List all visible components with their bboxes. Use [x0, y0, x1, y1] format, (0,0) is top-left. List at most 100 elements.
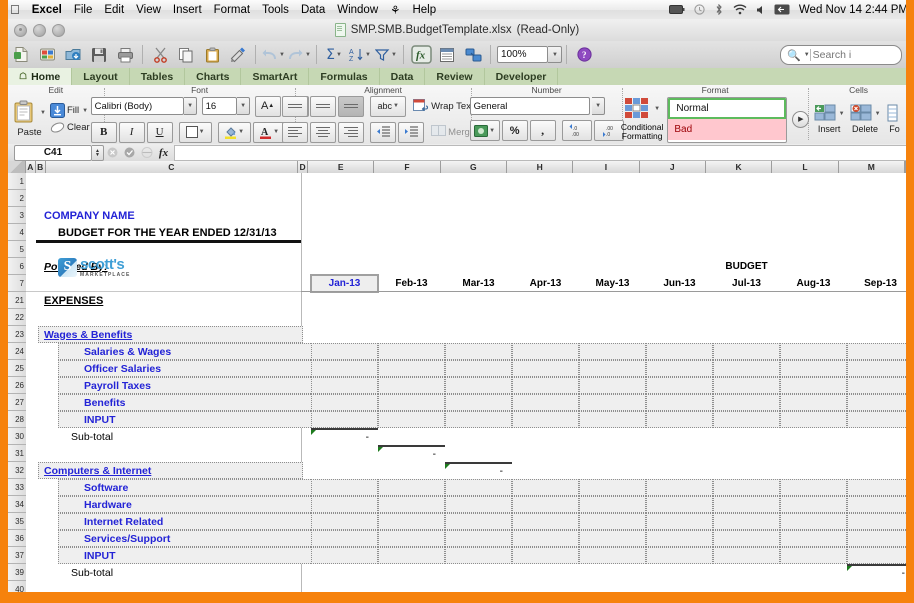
- expense-item-0-3[interactable]: Benefits: [58, 394, 313, 411]
- input-cell-0-1-H[interactable]: [512, 360, 579, 377]
- save-icon[interactable]: [87, 43, 111, 66]
- menu-app-name[interactable]: Excel: [32, 4, 62, 16]
- wrap-text-icon[interactable]: [413, 98, 429, 114]
- row-header-30[interactable]: 30: [8, 428, 26, 445]
- input-cell-0-3-I[interactable]: [579, 394, 646, 411]
- italic-button[interactable]: I: [118, 121, 145, 143]
- chevron-down-icon[interactable]: ▼: [365, 52, 371, 58]
- expense-item-0-4[interactable]: INPUT: [58, 411, 313, 428]
- row-header-4[interactable]: 4: [8, 224, 26, 241]
- chevron-down-icon[interactable]: ▼: [336, 52, 342, 58]
- conditional-formatting-icon[interactable]: [624, 97, 651, 121]
- input-cell-1-4-K[interactable]: [713, 547, 780, 564]
- row-header-23[interactable]: 23: [8, 326, 26, 343]
- input-cell-1-2-H[interactable]: [512, 513, 579, 530]
- input-cell-0-4-L[interactable]: [780, 411, 847, 428]
- name-box-stepper[interactable]: ▲ ▼: [92, 144, 104, 161]
- tab-review[interactable]: Review: [425, 68, 485, 85]
- row-header-21[interactable]: 21: [8, 292, 26, 309]
- error-flag-icon[interactable]: [847, 566, 852, 571]
- input-cell-1-1-I[interactable]: [579, 496, 646, 513]
- column-header-I[interactable]: I: [573, 161, 640, 173]
- column-header-C[interactable]: C: [46, 161, 299, 173]
- menu-item-edit[interactable]: Edit: [104, 4, 124, 16]
- row-header-37[interactable]: 37: [8, 547, 26, 564]
- more-styles-icon[interactable]: ▶: [792, 110, 810, 128]
- input-cell-0-3-J[interactable]: [646, 394, 713, 411]
- input-cell-0-1-F[interactable]: [378, 360, 445, 377]
- column-header-H[interactable]: H: [507, 161, 574, 173]
- wifi-icon[interactable]: [733, 4, 747, 15]
- row-header-34[interactable]: 34: [8, 496, 26, 513]
- input-cell-1-2-K[interactable]: [713, 513, 780, 530]
- row-header-22[interactable]: 22: [8, 309, 26, 326]
- tab-formulas[interactable]: Formulas: [309, 68, 380, 85]
- month-header-Sep-13[interactable]: Sep-13: [847, 275, 906, 292]
- undo-icon[interactable]: ▼: [261, 43, 285, 66]
- help-icon[interactable]: ?: [572, 43, 596, 66]
- input-cell-0-2-J[interactable]: [646, 377, 713, 394]
- input-cell-0-2-K[interactable]: [713, 377, 780, 394]
- paste-icon[interactable]: [200, 43, 224, 66]
- row-header-25[interactable]: 25: [8, 360, 26, 377]
- error-flag-icon[interactable]: [378, 447, 383, 452]
- clear-icon[interactable]: [50, 120, 65, 135]
- sort-az-icon[interactable]: AZ ▼: [348, 43, 372, 66]
- row-header-26[interactable]: 26: [8, 377, 26, 394]
- input-cell-1-4-M[interactable]: [847, 547, 906, 564]
- input-cell-0-4-K[interactable]: [713, 411, 780, 428]
- chevron-down-icon[interactable]: ▼: [279, 52, 285, 58]
- font-family-dropdown[interactable]: ▼: [183, 97, 197, 115]
- column-header-A[interactable]: A: [26, 161, 36, 173]
- expense-item-1-1[interactable]: Hardware: [58, 496, 313, 513]
- input-cell-1-3-I[interactable]: [579, 530, 646, 547]
- tab-smartart[interactable]: SmartArt: [241, 68, 310, 85]
- row-header-1[interactable]: 1: [8, 173, 26, 190]
- input-cell-1-3-H[interactable]: [512, 530, 579, 547]
- row-header-6[interactable]: 6: [8, 258, 26, 275]
- column-header-B[interactable]: B: [36, 161, 46, 173]
- fill-label[interactable]: Fill: [67, 105, 79, 116]
- chevron-down-icon[interactable]: ▼: [839, 111, 845, 117]
- time-machine-icon[interactable]: [694, 4, 705, 15]
- input-cell-0-3-F[interactable]: [378, 394, 445, 411]
- input-cell-1-0-L[interactable]: [780, 479, 847, 496]
- row-header-35[interactable]: 35: [8, 513, 26, 530]
- tab-developer[interactable]: Developer: [485, 68, 559, 85]
- redo-icon[interactable]: ▼: [287, 43, 311, 66]
- month-header-Jul-13[interactable]: Jul-13: [713, 275, 780, 292]
- input-cell-0-0-F[interactable]: [378, 343, 445, 360]
- input-cell-1-1-J[interactable]: [646, 496, 713, 513]
- input-cell-0-3-M[interactable]: [847, 394, 906, 411]
- input-cell-0-2-E[interactable]: [311, 377, 378, 394]
- error-flag-icon[interactable]: [445, 464, 450, 469]
- input-cell-1-4-L[interactable]: [780, 547, 847, 564]
- month-header-Mar-13[interactable]: Mar-13: [445, 275, 512, 292]
- input-cell-1-1-M[interactable]: [847, 496, 906, 513]
- currency-icon[interactable]: ▼: [469, 120, 500, 141]
- input-cell-0-0-M[interactable]: [847, 343, 906, 360]
- input-cell-0-0-E[interactable]: [311, 343, 378, 360]
- month-header-Jun-13[interactable]: Jun-13: [646, 275, 713, 292]
- chevron-down-icon[interactable]: ▼: [875, 111, 881, 117]
- tab-tables[interactable]: Tables: [130, 68, 186, 85]
- section-header-0[interactable]: Wages & Benefits: [38, 326, 303, 343]
- section-header-1[interactable]: Computers & Internet: [38, 462, 303, 479]
- input-cell-1-3-E[interactable]: [311, 530, 378, 547]
- input-cell-1-4-J[interactable]: [646, 547, 713, 564]
- input-cell-0-3-L[interactable]: [780, 394, 847, 411]
- input-cell-0-2-H[interactable]: [512, 377, 579, 394]
- menu-item-help[interactable]: Help: [412, 4, 436, 16]
- chevron-down-icon[interactable]: ▼: [654, 106, 660, 112]
- paste-icon[interactable]: [13, 100, 37, 125]
- zoom-value[interactable]: 100%: [497, 46, 548, 63]
- month-header-Feb-13[interactable]: Feb-13: [378, 275, 445, 292]
- row-header-24[interactable]: 24: [8, 343, 26, 360]
- input-cell-0-4-F[interactable]: [378, 411, 445, 428]
- input-cell-1-2-I[interactable]: [579, 513, 646, 530]
- input-cell-1-3-J[interactable]: [646, 530, 713, 547]
- input-cell-0-0-J[interactable]: [646, 343, 713, 360]
- input-cell-0-3-G[interactable]: [445, 394, 512, 411]
- style-bad[interactable]: Bad: [668, 118, 787, 140]
- menu-item-file[interactable]: File: [74, 4, 93, 16]
